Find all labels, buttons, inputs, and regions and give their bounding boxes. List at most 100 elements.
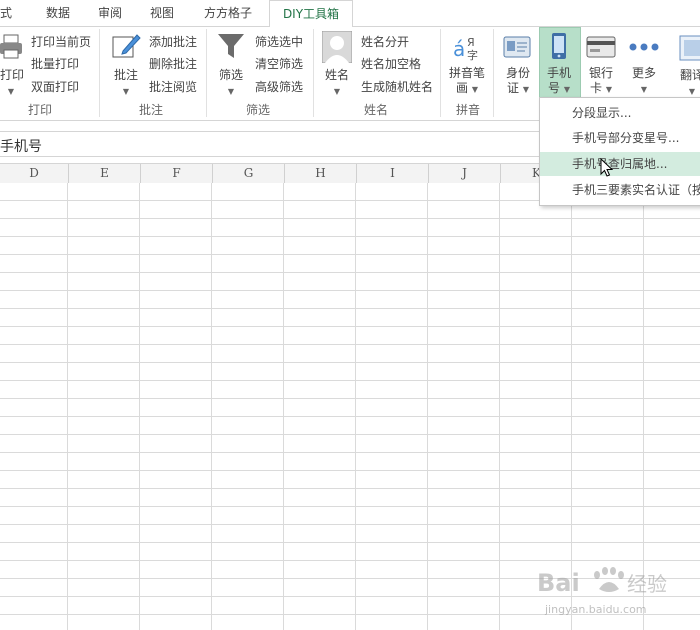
name-button-label: 姓名 [324, 68, 349, 82]
tab-label: DIY工具箱 [282, 7, 340, 21]
group-label-print: 打印 [28, 103, 53, 117]
dropdown-arrow-icon: ▼ [122, 87, 130, 96]
column-header-h[interactable]: H [285, 164, 357, 183]
split-name-button[interactable]: 姓名分开 [361, 33, 409, 50]
comment-button[interactable]: 批注 ▼ [112, 66, 140, 97]
id-card-icon [503, 35, 531, 59]
group-label-name: 姓名 [364, 103, 389, 117]
translate-button[interactable]: 翻译 ▼ [680, 66, 700, 97]
watermark-url: jingyan.baidu.com [544, 603, 647, 616]
dropdown-arrow-icon: ▼ [563, 85, 570, 94]
column-header-j[interactable]: J [429, 164, 501, 183]
tab-view[interactable]: 视图 [138, 0, 186, 26]
add-comment-button[interactable]: 添加批注 [149, 33, 197, 50]
comment-button-label: 批注 [113, 68, 138, 82]
clear-filter-button[interactable]: 清空筛选 [255, 55, 303, 72]
watermark-brand-2: 经验 [627, 572, 667, 596]
bank-card-button[interactable]: 银行卡 ▼ [586, 66, 616, 97]
dropdown-arrow-icon: ▼ [7, 87, 15, 96]
filter-button[interactable]: 筛选 ▼ [217, 66, 245, 97]
svg-text:字: 字 [467, 48, 478, 62]
pinyin-icon: á Я 字 [452, 32, 482, 62]
group-divider [313, 29, 314, 117]
group-divider [440, 29, 441, 117]
advanced-filter-button[interactable]: 高级筛选 [255, 78, 303, 95]
translate-icon [679, 35, 700, 61]
batch-print-button[interactable]: 批量打印 [31, 55, 79, 72]
more-button[interactable]: 更多 ▼ [628, 66, 660, 97]
column-header-d[interactable]: D [0, 164, 69, 183]
menu-item-mask-phone[interactable]: 手机号部分变星号... [540, 126, 700, 150]
menu-item-phone-location[interactable]: 手机号查归属地... [540, 152, 700, 176]
edit-comment-icon [111, 31, 141, 61]
mobile-phone-icon [550, 32, 568, 60]
id-card-button[interactable]: 身份证 ▼ [503, 66, 533, 97]
menu-item-segment-display[interactable]: 分段显示... [540, 101, 700, 125]
name-add-space-button[interactable]: 姓名加空格 [361, 55, 421, 72]
filter-selected-button[interactable]: 筛选选中 [255, 33, 303, 50]
tab-label: 方方格子 [203, 6, 252, 20]
pinyin-strokes-button[interactable]: 拼音笔画 ▼ [446, 66, 488, 97]
ribbon-tab-bar: 公式 数据 审阅 视图 方方格子 DIY工具箱 [0, 0, 700, 28]
dropdown-arrow-icon: ▼ [640, 85, 648, 94]
dropdown-arrow-icon: ▼ [333, 87, 341, 96]
baidu-jingyan-watermark: Bai 经验 jingyan.baidu.com [535, 565, 695, 625]
dropdown-arrow-icon: ▼ [688, 87, 696, 96]
dropdown-arrow-icon: ▼ [227, 87, 235, 96]
group-label-filter: 筛选 [246, 103, 271, 117]
phone-dropdown-menu: 分段显示... 手机号部分变星号... 手机号查归属地... 手机三要素实名认证… [539, 97, 700, 206]
mouse-cursor-icon [600, 157, 614, 178]
bank-card-label-2: 卡 [590, 81, 603, 95]
tab-diy-toolbox[interactable]: DIY工具箱 [269, 0, 353, 28]
group-divider [493, 29, 494, 117]
tab-review[interactable]: 审阅 [86, 0, 134, 26]
tab-label: 审阅 [97, 6, 122, 20]
bank-card-label: 银行 [588, 66, 613, 80]
dropdown-arrow-icon: ▼ [471, 85, 478, 94]
tab-fangfang[interactable]: 方方格子 [192, 0, 264, 26]
print-current-page-button[interactable]: 打印当前页 [31, 33, 91, 50]
filter-button-label: 筛选 [218, 68, 243, 82]
group-label-comment: 批注 [139, 103, 164, 117]
group-label-pinyin: 拼音 [456, 103, 481, 117]
tab-label: 数据 [45, 6, 70, 20]
printer-icon [0, 33, 22, 61]
print-button-label: 打印 [0, 68, 25, 82]
formula-bar-content: 手机号 [0, 139, 42, 155]
tab-formulas[interactable]: 公式 [0, 0, 26, 26]
spreadsheet-grid[interactable] [0, 183, 700, 630]
bank-card-icon [586, 36, 616, 58]
tab-label: 公式 [0, 6, 13, 20]
more-button-label: 更多 [631, 66, 656, 80]
more-dots-icon [628, 41, 660, 53]
menu-item-three-factor-auth[interactable]: 手机三要素实名认证（按 [540, 178, 700, 202]
view-comments-button[interactable]: 批注阅览 [149, 78, 197, 95]
column-header-e[interactable]: E [69, 164, 141, 183]
svg-text:Я: Я [467, 36, 475, 49]
delete-comment-button[interactable]: 删除批注 [149, 55, 197, 72]
name-button[interactable]: 姓名 ▼ [323, 66, 351, 97]
translate-button-label: 翻译 [680, 68, 700, 82]
duplex-print-button[interactable]: 双面打印 [31, 78, 79, 95]
tab-data[interactable]: 数据 [34, 0, 82, 26]
phone-button-label: 手机 [546, 66, 571, 80]
group-divider [206, 29, 207, 117]
id-card-label: 身份 [505, 66, 530, 80]
column-header-f[interactable]: F [141, 164, 213, 183]
column-header-g[interactable]: G [213, 164, 285, 183]
random-name-button[interactable]: 生成随机姓名 [361, 78, 433, 95]
phone-button-label-group: 手机号 ▼ [539, 66, 579, 97]
tab-label: 视图 [149, 6, 174, 20]
dropdown-arrow-icon: ▼ [522, 85, 529, 94]
pinyin-button-label: 拼音笔 [448, 66, 485, 80]
pinyin-button-label-2: 画 [456, 81, 469, 95]
watermark-brand: Bai [537, 569, 580, 597]
filter-funnel-icon [217, 32, 245, 62]
person-icon [321, 30, 353, 64]
column-header-i[interactable]: I [357, 164, 429, 183]
group-divider [99, 29, 100, 117]
id-card-label-2: 证 [507, 81, 520, 95]
print-button[interactable]: 打印 ▼ [0, 66, 25, 97]
dropdown-arrow-icon: ▼ [605, 85, 612, 94]
phone-button-label-2: 号 [548, 81, 561, 95]
